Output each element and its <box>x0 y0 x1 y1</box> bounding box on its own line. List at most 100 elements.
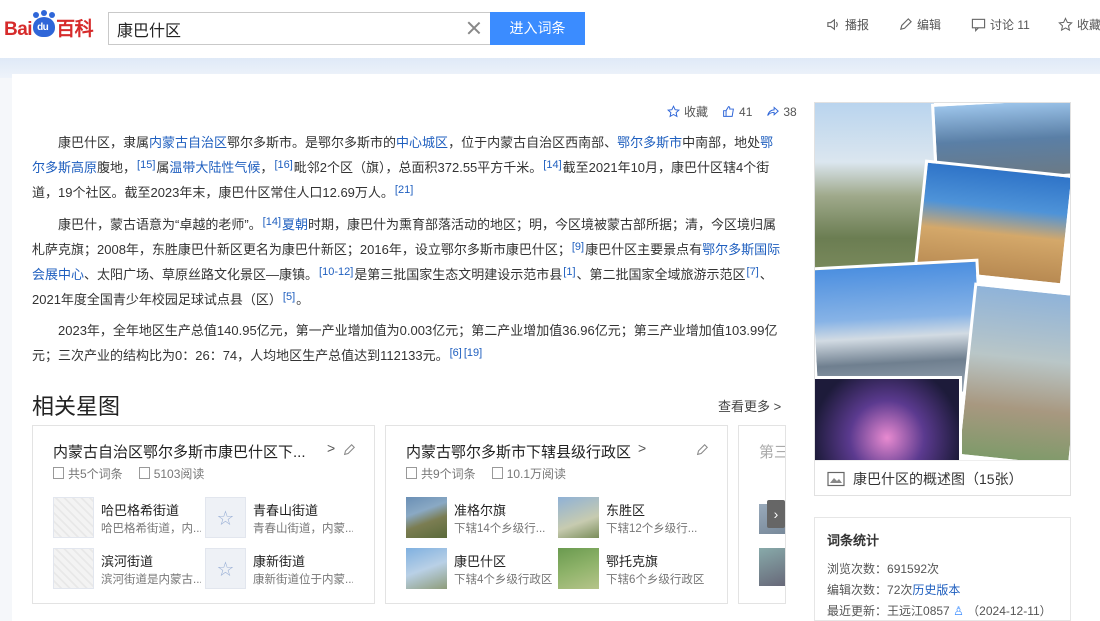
internal-link[interactable]: 鄂尔多斯市 <box>617 135 682 150</box>
logo-du: du <box>37 22 49 33</box>
entry-count: 共5个词条 <box>53 465 123 482</box>
collect-action[interactable]: 收藏 <box>667 103 708 120</box>
card-title[interactable]: 内蒙古鄂尔多斯市下辖县级行政区 <box>406 441 631 462</box>
card-title[interactable]: 内蒙古自治区鄂尔多斯市康巴什区下... <box>53 441 306 462</box>
citation-ref[interactable]: [10-12] <box>319 266 353 278</box>
card-item[interactable]: 准格尔旗 下辖14个乡级行... <box>406 497 556 541</box>
card-item[interactable]: 康巴什区下辖4个乡级行政区 <box>406 548 556 592</box>
carousel-next-button[interactable]: › <box>767 500 785 528</box>
pencil-icon[interactable] <box>695 443 709 457</box>
paw-icon: du <box>33 10 56 37</box>
entry-count: 共9个词条 <box>406 465 476 482</box>
item-thumbnail <box>53 548 94 589</box>
edits-label: 编辑次数： <box>827 583 888 597</box>
citation-ref[interactable]: [14] <box>543 159 561 171</box>
read-count: 10.1万阅读 <box>492 465 566 482</box>
entry-stats: 词条统计 浏览次数：691592次 编辑次数：72次历史版本 最近更新：王远江0… <box>814 517 1071 621</box>
album-photo <box>956 282 1070 460</box>
citation-ref[interactable]: [14] <box>263 216 281 228</box>
citation-ref[interactable]: [15] <box>137 159 155 171</box>
citation-ref[interactable]: [1] <box>563 266 575 278</box>
item-desc: 康新街道位于内蒙... <box>253 574 353 586</box>
entry-actions: 收藏 41 38 <box>667 103 797 120</box>
history-version-link[interactable]: 历史版本 <box>912 583 960 597</box>
item-desc: 下辖14个乡级行... <box>454 523 546 535</box>
text-run: 是第三批国家生态文明建设示范市县 <box>354 267 563 282</box>
item-thumbnail <box>406 497 447 538</box>
card-item[interactable]: 康新街道康新街道位于内蒙... <box>205 548 355 592</box>
broadcast-button[interactable]: 播报 <box>826 16 869 33</box>
text-run: 康巴什区，隶属 <box>58 135 150 150</box>
citation-ref[interactable]: [6] <box>450 347 462 359</box>
user-badge-icon: ♙ <box>953 604 964 618</box>
text-run: ，位于内蒙古自治区西南部、 <box>448 135 618 150</box>
star-graph-card[interactable]: 内蒙古鄂尔多斯市下辖县级行政区 > 共9个词条 10.1万阅读 准格尔旗 下辖14个… <box>385 425 728 604</box>
pencil-icon <box>900 18 912 30</box>
chevron-right-icon[interactable]: > <box>638 440 646 456</box>
like-action[interactable]: 41 <box>722 105 752 119</box>
share-action[interactable]: 38 <box>766 104 797 119</box>
favorite-label: 收藏 <box>1077 18 1100 32</box>
favorite-button[interactable]: 收藏 <box>1058 16 1100 33</box>
item-name: 鄂托克旗 <box>606 554 659 569</box>
updated-row: 最近更新：王远江0857 ♙ （2024-12-11） <box>827 601 1070 621</box>
card-item[interactable]: 青春山街道青春山街道，内蒙... <box>205 497 355 541</box>
citation-ref[interactable]: [9] <box>572 241 584 253</box>
edit-label: 编辑 <box>917 18 942 32</box>
view-more-link[interactable]: 查看更多 > <box>718 396 781 415</box>
pencil-icon[interactable] <box>342 443 356 457</box>
edits-row: 编辑次数：72次历史版本 <box>827 580 1070 601</box>
item-thumbnail <box>205 548 246 589</box>
text-run: 毗邻2个区（旗），总面积372.55平方千米。 <box>293 160 543 175</box>
item-desc: 青春山街道，内蒙... <box>253 523 353 535</box>
views-label: 浏览次数： <box>827 562 888 576</box>
share-count: 38 <box>783 104 797 119</box>
search-input[interactable] <box>109 13 449 44</box>
internal-link[interactable]: 中心城区 <box>396 135 448 150</box>
item-name: 康新街道 <box>253 554 306 569</box>
card-item[interactable]: 鄂托克旗 下辖6个乡级行政区 <box>558 548 708 592</box>
view-more-label: 查看更多 <box>718 399 771 414</box>
item-name: 康巴什区 <box>454 554 507 569</box>
card-item[interactable]: 滨河街道 滨河街道是内蒙古... <box>53 548 203 592</box>
search-box <box>108 12 490 45</box>
chevron-right-icon[interactable]: > <box>327 440 335 456</box>
citation-ref[interactable]: [21] <box>395 184 413 196</box>
card-item[interactable]: 东胜区下辖12个乡级行... <box>558 497 708 541</box>
card-item[interactable]: 哈巴格希街道 哈巴格希街道，内... <box>53 497 203 541</box>
edit-button[interactable]: 编辑 <box>898 16 941 33</box>
read-count: 5103阅读 <box>139 465 205 482</box>
citation-ref[interactable]: [19] <box>464 347 482 359</box>
item-desc: 下辖4个乡级行政区 <box>454 574 553 586</box>
citation-ref[interactable]: [5] <box>283 291 295 303</box>
text-run: 2023年，全年地区生产总值140.95亿元，第一产业增加值为0.003亿元；第… <box>32 323 778 363</box>
like-count: 41 <box>739 104 753 119</box>
internal-link[interactable]: 温带大陆性气候 <box>169 160 260 175</box>
enter-entry-button[interactable]: 进入词条 <box>490 12 585 45</box>
discuss-button[interactable]: 讨论 11 <box>971 16 1030 33</box>
speaker-icon <box>827 18 838 31</box>
summary-paragraph-1: 康巴什区，隶属内蒙古自治区鄂尔多斯市。是鄂尔多斯市的中心城区，位于内蒙古自治区西… <box>32 130 784 205</box>
item-desc: 下辖12个乡级行... <box>606 523 698 535</box>
clear-icon[interactable] <box>466 20 482 36</box>
star-graph-card[interactable]: 内蒙古自治区鄂尔多斯市康巴什区下... > 共5个词条 5103阅读 哈巴格希街道… <box>32 425 375 604</box>
logo-bai: Bai <box>4 19 33 40</box>
album-caption[interactable]: 康巴什区的概述图（15张） <box>815 460 1070 495</box>
item-thumbnail <box>53 497 94 538</box>
collect-label: 收藏 <box>684 105 709 119</box>
citation-ref[interactable]: [7] <box>747 266 759 278</box>
thumbs-up-icon <box>723 106 734 117</box>
citation-ref[interactable]: [16] <box>274 159 292 171</box>
baidu-baike-logo[interactable]: Bai du 百科 <box>4 10 94 44</box>
item-thumbnail <box>406 548 447 589</box>
internal-link[interactable]: 内蒙古自治区 <box>149 135 227 150</box>
updated-by-link[interactable]: 王远江0857 <box>887 604 950 618</box>
internal-link[interactable]: 夏朝 <box>282 217 308 232</box>
item-name: 滨河街道 <box>101 554 154 569</box>
views-row: 浏览次数：691592次 <box>827 559 1070 580</box>
updated-date: （2024-12-11） <box>967 604 1052 618</box>
overview-album[interactable]: 康巴什区的概述图（15张） <box>814 102 1071 496</box>
logo-baike: 百科 <box>56 19 94 40</box>
item-name: 东胜区 <box>606 503 646 518</box>
album-collage <box>815 103 1070 460</box>
